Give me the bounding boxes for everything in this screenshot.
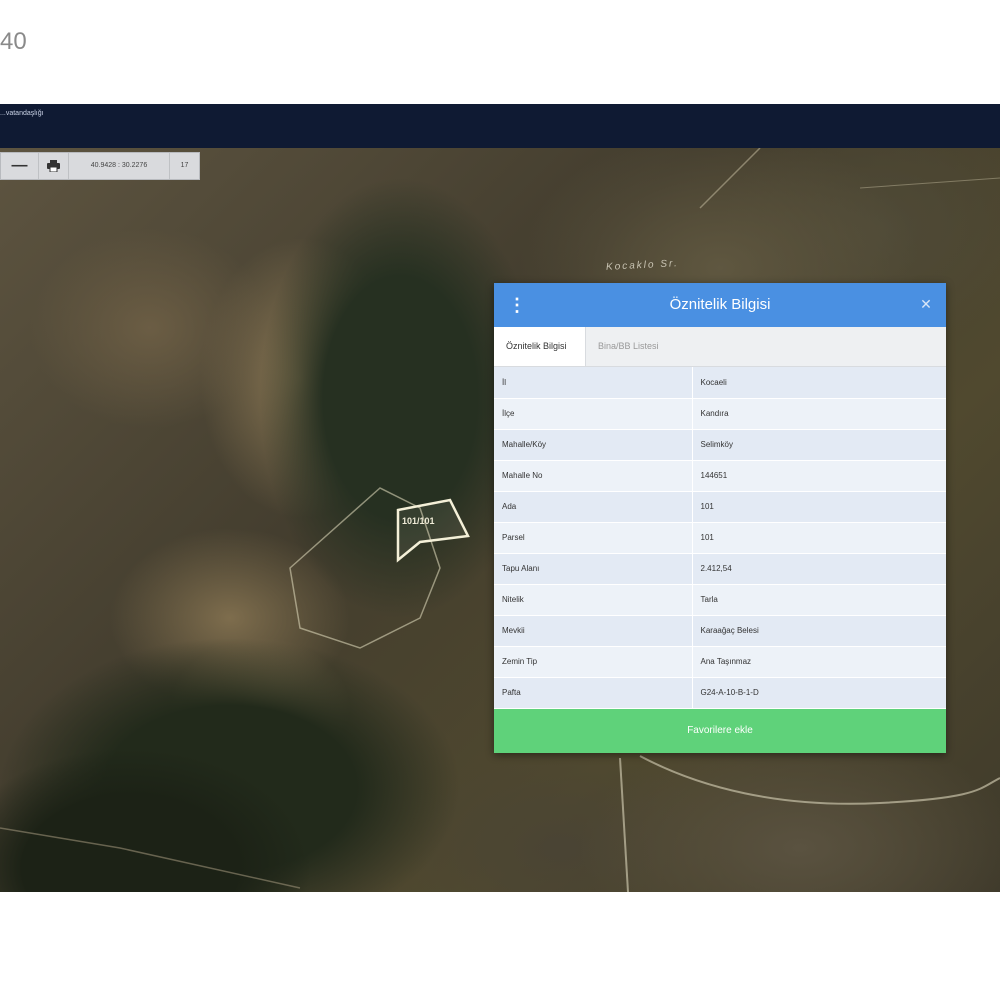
close-icon[interactable]: ✕ bbox=[918, 295, 934, 313]
printer-icon bbox=[47, 160, 60, 172]
print-button[interactable] bbox=[39, 153, 69, 179]
table-row: Nitelik Tarla bbox=[494, 584, 946, 616]
row-value: Kocaeli bbox=[692, 367, 946, 399]
map-toolbar: — 40.9428 : 30.2276 17 bbox=[0, 152, 200, 180]
row-value: Tarla bbox=[692, 584, 946, 616]
row-value: Selimköy bbox=[692, 429, 946, 461]
corner-text: 40 bbox=[0, 28, 27, 55]
coordinate-display: 40.9428 : 30.2276 bbox=[69, 153, 170, 179]
row-key: Ada bbox=[494, 491, 693, 523]
row-value: 144651 bbox=[692, 460, 946, 492]
zoom-level: 17 bbox=[180, 162, 189, 169]
row-key: İl bbox=[494, 367, 693, 399]
dialog-header: ⋮ Öznitelik Bilgisi ✕ bbox=[494, 283, 946, 327]
tab-attribute-info[interactable]: Öznitelik Bilgisi bbox=[494, 327, 586, 366]
row-value: Karaağaç Belesi bbox=[692, 615, 946, 647]
row-key: Pafta bbox=[494, 677, 693, 709]
road-line bbox=[619, 757, 629, 892]
table-row: Ada 101 bbox=[494, 491, 946, 523]
row-key: Parsel bbox=[494, 522, 693, 554]
row-value: 2.412,54 bbox=[692, 553, 946, 585]
dialog-title: Öznitelik Bilgisi bbox=[669, 296, 771, 313]
table-row: Zemin Tip Ana Taşınmaz bbox=[494, 646, 946, 678]
parcel-label: 101/101 bbox=[402, 516, 435, 526]
field-boundary bbox=[859, 177, 1000, 189]
attribute-table: İl Kocaeli İlçe Kandıra Mahalle/Köy Seli… bbox=[494, 367, 946, 709]
row-key: Tapu Alanı bbox=[494, 553, 693, 585]
parcel-outline bbox=[396, 498, 470, 563]
app-topbar: ...vatandaşlığı bbox=[0, 104, 1000, 148]
dialog-tabs: Öznitelik Bilgisi Bina/BB Listesi bbox=[494, 327, 946, 367]
attribute-dialog: ⋮ Öznitelik Bilgisi ✕ Öznitelik Bilgisi … bbox=[494, 283, 946, 753]
table-row: Mahalle No 144651 bbox=[494, 460, 946, 492]
row-value: 101 bbox=[692, 522, 946, 554]
tab-building-list[interactable]: Bina/BB Listesi bbox=[586, 327, 671, 366]
table-row: Pafta G24-A-10-B-1-D bbox=[494, 677, 946, 709]
table-row: Tapu Alanı 2.412,54 bbox=[494, 553, 946, 585]
row-key: İlçe bbox=[494, 398, 693, 430]
row-key: Mahalle No bbox=[494, 460, 693, 492]
minus-icon: — bbox=[11, 157, 28, 174]
row-value: Ana Taşınmaz bbox=[692, 646, 946, 678]
table-row: Mahalle/Köy Selimköy bbox=[494, 429, 946, 461]
table-row: Parsel 101 bbox=[494, 522, 946, 554]
row-key: Mahalle/Köy bbox=[494, 429, 693, 461]
field-boundary bbox=[0, 827, 301, 889]
row-value: G24-A-10-B-1-D bbox=[692, 677, 946, 709]
row-value: 101 bbox=[692, 491, 946, 523]
road-line bbox=[639, 755, 1000, 805]
table-row: Mevkii Karaağaç Belesi bbox=[494, 615, 946, 647]
add-to-favorites-button[interactable]: Favorilere ekle bbox=[494, 709, 946, 753]
row-key: Zemin Tip bbox=[494, 646, 693, 678]
row-value: Kandıra bbox=[692, 398, 946, 430]
row-key: Mevkii bbox=[494, 615, 693, 647]
map-application: ...vatandaşlığı Kocaklo Sr. 101/101 — 40… bbox=[0, 104, 1000, 892]
table-row: İl Kocaeli bbox=[494, 367, 946, 399]
field-boundary bbox=[699, 148, 761, 209]
zoom-out-button[interactable]: — bbox=[1, 153, 39, 179]
table-row: İlçe Kandıra bbox=[494, 398, 946, 430]
row-key: Nitelik bbox=[494, 584, 693, 616]
app-title: ...vatandaşlığı bbox=[0, 110, 44, 117]
